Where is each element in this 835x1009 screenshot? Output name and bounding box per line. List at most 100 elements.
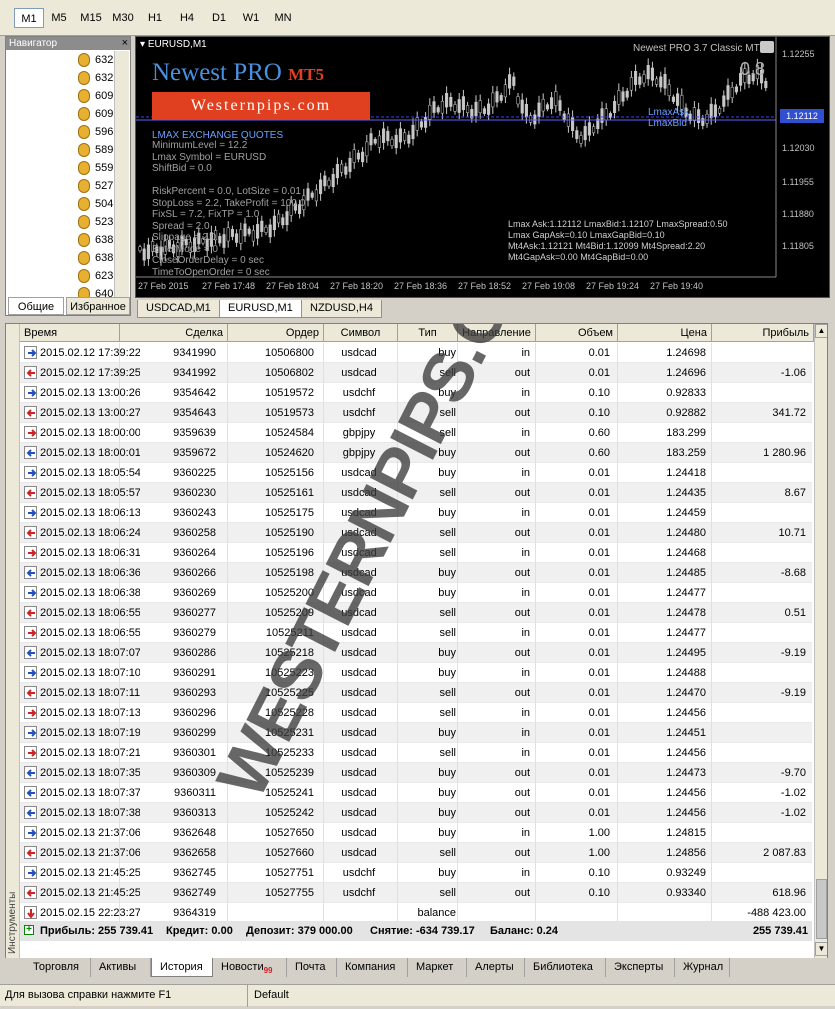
navigator-item[interactable]: 632 <box>78 51 113 69</box>
tf-h4-button[interactable]: H4 <box>172 8 202 28</box>
table-row[interactable]: 2015.02.13 18:07:07 9360286 10525218 usdcad… <box>20 643 812 663</box>
column-header[interactable]: Ордер <box>228 324 324 342</box>
navigator-item[interactable]: 596 <box>78 123 113 141</box>
toolbox-tab[interactable]: Новости99 <box>213 958 287 977</box>
navigator-close-button[interactable]: × <box>122 37 128 50</box>
navigator-item[interactable]: 589 <box>78 141 113 159</box>
column-header[interactable]: Цена <box>618 324 712 342</box>
navigator-item[interactable]: 638 <box>78 249 113 267</box>
table-cell: out <box>514 687 530 699</box>
toolbox-tab[interactable]: Торговля <box>25 958 91 977</box>
table-cell: in <box>521 727 530 739</box>
table-row[interactable]: 2015.02.13 18:06:38 9360269 10525200 usdcad… <box>20 583 812 603</box>
cell-divider <box>535 563 536 583</box>
table-cell: buy <box>438 867 456 879</box>
table-row[interactable]: 2015.02.13 18:07:37 9360311 10525241 usdcad… <box>20 783 812 803</box>
tf-m30-button[interactable]: M30 <box>108 8 138 28</box>
navigator-item[interactable]: 632 <box>78 69 113 87</box>
cell-divider <box>711 623 712 643</box>
table-row[interactable]: 2015.02.13 18:06:31 9360264 10525196 usdcad… <box>20 543 812 563</box>
toolbox-tab[interactable]: Маркет <box>408 958 467 977</box>
cell-divider <box>535 843 536 863</box>
cell-divider <box>457 583 458 603</box>
table-cell: 9341992 <box>173 367 216 379</box>
candle-body <box>499 95 503 101</box>
table-row[interactable]: 2015.02.13 18:07:21 9360301 10525233 usdcad… <box>20 743 812 763</box>
table-row[interactable]: 2015.02.13 18:06:55 9360279 10525211 usdcad… <box>20 623 812 643</box>
toolbox-tab-label: Торговля <box>33 961 79 973</box>
table-row[interactable]: 2015.02.13 18:07:38 9360313 10525242 usdcad… <box>20 803 812 823</box>
table-row[interactable]: 2015.02.13 21:45:25 9362749 10527755 usdchf… <box>20 883 812 903</box>
candle-body <box>734 86 738 93</box>
table-row[interactable]: 2015.02.13 18:07:35 9360309 10525239 usdcad… <box>20 763 812 783</box>
table-row[interactable]: 2015.02.13 21:37:06 9362648 10527650 usdcad… <box>20 823 812 843</box>
cell-divider <box>119 383 120 403</box>
candle-body <box>520 99 524 114</box>
chart-tab-usdcad[interactable]: USDCAD,M1 <box>137 300 220 318</box>
tf-mn-button[interactable]: MN <box>268 8 298 28</box>
cell-divider <box>711 663 712 683</box>
toolbox-tab[interactable]: Почта <box>287 958 337 977</box>
total-balance-label: Баланс: 0.24 <box>490 925 559 937</box>
table-row[interactable]: 2015.02.13 18:07:10 9360291 10525223 usdcad… <box>20 663 812 683</box>
table-row[interactable]: 2015.02.13 18:07:11 9360293 10525225 usdcad… <box>20 683 812 703</box>
column-header[interactable]: Объем <box>536 324 618 342</box>
column-header[interactable]: Время <box>20 324 120 342</box>
cell-divider <box>535 623 536 643</box>
toolbox-tab[interactable]: Журнал <box>675 958 730 977</box>
navigator-tab-general[interactable]: Общие <box>8 297 64 315</box>
quote-stat-line: Lmax Ask:1.12112 LmaxBid:1.12107 LmaxSpr… <box>508 219 728 229</box>
table-row[interactable]: 2015.02.13 18:07:13 9360296 10525228 usdcad… <box>20 703 812 723</box>
tf-h1-button[interactable]: H1 <box>140 8 170 28</box>
chart-window[interactable]: ▾ EURUSD,M1 Newest PRO 3.7 Classic MT5 0… <box>135 36 830 298</box>
table-row[interactable]: 2015.02.15 22:23:27 9364319 balance -488 42… <box>20 903 812 923</box>
navigator-item[interactable]: 504 <box>78 195 113 213</box>
cell-divider <box>617 883 618 903</box>
tf-m5-button[interactable]: M5 <box>44 8 74 28</box>
scroll-down-arrow-icon[interactable]: ▼ <box>815 942 827 956</box>
navigator-item[interactable]: 527 <box>78 177 113 195</box>
tf-d1-button[interactable]: D1 <box>204 8 234 28</box>
column-header[interactable]: Символ <box>324 324 398 342</box>
navigator-item[interactable]: 638 <box>78 231 113 249</box>
toolbox-tab[interactable]: Эксперты <box>606 958 675 977</box>
table-cell: 1.24456 <box>666 787 706 799</box>
toolbox-tab[interactable]: Активы <box>91 958 151 977</box>
table-cell: 10525156 <box>265 467 314 479</box>
tf-w1-button[interactable]: W1 <box>236 8 266 28</box>
table-cell: usdchf <box>342 387 376 399</box>
table-cell: 1.00 <box>588 827 610 839</box>
navigator-item[interactable]: 623 <box>78 267 113 285</box>
navigator-item[interactable]: 523 <box>78 213 113 231</box>
toolbox-tab[interactable]: История <box>151 958 213 977</box>
scroll-thumb[interactable] <box>816 879 827 939</box>
chart-tab-nzdusd[interactable]: NZDUSD,H4 <box>301 300 382 318</box>
toolbox-tab[interactable]: Библиотека <box>525 958 606 977</box>
tf-m15-button[interactable]: M15 <box>76 8 106 28</box>
cell-divider <box>397 643 398 663</box>
chart-tab-eurusd[interactable]: EURUSD,M1 <box>219 300 302 318</box>
table-row[interactable]: 2015.02.13 18:07:19 9360299 10525231 usdcad… <box>20 723 812 743</box>
navigator-item[interactable]: 609 <box>78 105 113 123</box>
table-row[interactable]: 2015.02.13 18:06:55 9360277 10525209 usdcad… <box>20 603 812 623</box>
cell-divider <box>227 643 228 663</box>
navigator-item[interactable]: 559 <box>78 159 113 177</box>
table-scrollbar[interactable]: ▲ ▼ <box>814 324 827 958</box>
table-row[interactable]: 2015.02.13 21:45:25 9362745 10527751 usdchf… <box>20 863 812 883</box>
table-cell <box>712 623 806 643</box>
navigator-item[interactable]: 609 <box>78 87 113 105</box>
column-header[interactable]: Прибыль <box>712 324 814 342</box>
navigator-tab-favorites[interactable]: Избранное <box>66 297 130 315</box>
toolbox-tab[interactable]: Алерты <box>467 958 525 977</box>
toolbox-tab[interactable]: Компания <box>337 958 408 977</box>
tf-m1-button[interactable]: M1 <box>14 8 44 28</box>
deal-direction-icon <box>24 646 37 659</box>
cell-divider <box>227 443 228 463</box>
table-row[interactable]: 2015.02.13 21:37:06 9362658 10527660 usdcad… <box>20 843 812 863</box>
navigator-scrollbar[interactable] <box>114 51 129 299</box>
cell-divider <box>617 723 618 743</box>
cell-divider <box>457 523 458 543</box>
table-row[interactable]: 2015.02.13 18:06:36 9360266 10525198 usdcad… <box>20 563 812 583</box>
column-header[interactable]: Сделка <box>120 324 228 342</box>
scroll-up-arrow-icon[interactable]: ▲ <box>815 324 827 338</box>
